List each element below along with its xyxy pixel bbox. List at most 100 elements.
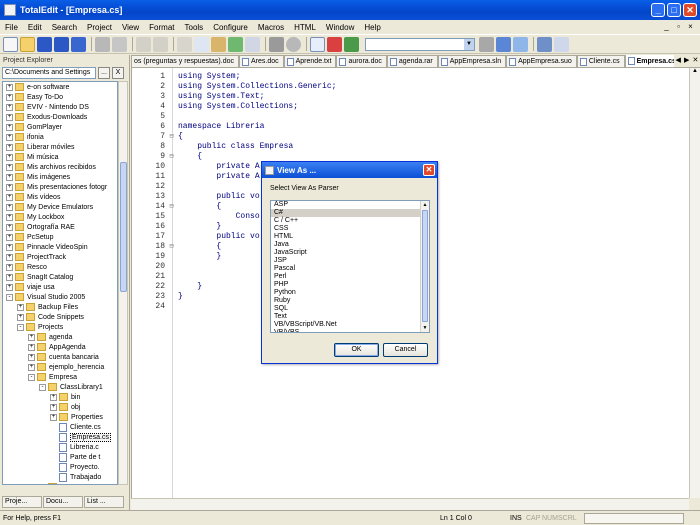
tree-node[interactable]: + Mi música <box>3 152 117 162</box>
menu-format[interactable]: Format <box>144 23 179 32</box>
collapse-icon[interactable]: - <box>39 383 46 391</box>
parser-option[interactable]: VB/VBScript/VB.Net <box>271 321 429 329</box>
paste-icon[interactable] <box>211 36 226 52</box>
expand-icon[interactable]: + <box>17 303 24 311</box>
undo-icon[interactable] <box>136 36 151 52</box>
code-line[interactable]: 7 ⊟{ <box>132 132 690 142</box>
tree-node[interactable]: + ProjectTrack <box>3 252 117 262</box>
listbox-scrollbar[interactable]: ▲ ▼ <box>420 201 429 332</box>
print-preview-icon[interactable] <box>112 36 127 52</box>
document-tab[interactable]: aurora.doc <box>336 55 387 67</box>
fold-icon[interactable]: ⊟ <box>168 132 175 142</box>
mdi-minimize-button[interactable]: _ <box>661 22 672 32</box>
tree-node[interactable]: Libreria.c <box>3 442 117 452</box>
replace-icon[interactable] <box>245 36 260 52</box>
code-line[interactable]: 2 using System.Collections.Generic; <box>132 82 690 92</box>
expand-icon[interactable]: + <box>28 363 35 371</box>
expand-icon[interactable]: + <box>6 163 13 171</box>
menu-html[interactable]: HTML <box>289 23 321 32</box>
tree-node[interactable]: + agenda <box>3 332 117 342</box>
maximize-button[interactable]: □ <box>667 3 681 17</box>
print-icon[interactable] <box>95 36 110 52</box>
expand-icon[interactable]: + <box>6 183 13 191</box>
document-tab[interactable]: Ares.doc <box>239 55 284 67</box>
tab-close-icon[interactable]: ✕ <box>693 55 699 67</box>
expand-icon[interactable]: + <box>6 223 13 231</box>
tree-node[interactable]: - Empresa <box>3 372 117 382</box>
find-icon[interactable] <box>228 36 243 52</box>
scroll-thumb[interactable] <box>120 162 127 292</box>
tree-node[interactable]: + Ortografía RAE <box>3 222 117 232</box>
expand-icon[interactable]: + <box>6 83 13 91</box>
tree-node[interactable]: + PcSetup <box>3 232 117 242</box>
tree-node[interactable]: + Liberar móviles <box>3 142 117 152</box>
tree-node[interactable]: + Code Snippets <box>3 312 117 322</box>
code-line[interactable]: 6 namespace Libreria <box>132 122 690 132</box>
binoculars-icon[interactable] <box>479 36 494 52</box>
cancel-button[interactable]: Cancel <box>383 343 428 357</box>
expand-icon[interactable]: + <box>6 93 13 101</box>
parser-option[interactable]: C / C++ <box>271 217 429 225</box>
parser-option[interactable]: VB/VBS... <box>271 329 429 332</box>
menu-file[interactable]: File <box>0 23 23 32</box>
fold-icon[interactable]: ⊟ <box>168 152 175 162</box>
document-tab[interactable]: AppEmpresa.sln <box>437 55 507 67</box>
tools-icon[interactable] <box>269 36 284 52</box>
parser-option[interactable]: Java <box>271 241 429 249</box>
tree-node[interactable]: Cliente.cs <box>3 422 117 432</box>
parser-option[interactable]: CSS <box>271 225 429 233</box>
code-line[interactable]: 3 using System.Text; <box>132 92 690 102</box>
save-icon[interactable] <box>37 36 52 52</box>
parser-option[interactable]: Perl <box>271 273 429 281</box>
expand-icon[interactable]: + <box>6 213 13 221</box>
tab-right-icon[interactable]: ▶ <box>684 55 689 67</box>
tab-documents[interactable]: Docu... <box>43 496 83 508</box>
tree-node[interactable]: + Mis archivos recibidos <box>3 162 117 172</box>
parser-option[interactable]: ASP <box>271 201 429 209</box>
document-icon[interactable] <box>554 36 569 52</box>
tree-node[interactable]: + Mis imágenes <box>3 172 117 182</box>
chevron-down-icon[interactable]: ▼ <box>464 38 474 50</box>
tree-node[interactable]: + EVIV - Nintendo DS <box>3 102 117 112</box>
parser-option[interactable]: PHP <box>271 281 429 289</box>
expand-icon[interactable]: + <box>6 143 13 151</box>
expand-icon[interactable]: + <box>50 413 57 421</box>
fold-icon[interactable]: ⊟ <box>168 242 175 252</box>
panel-close-button[interactable]: X <box>112 67 124 79</box>
tree-node[interactable]: + Properties <box>3 412 117 422</box>
image-icon[interactable] <box>344 36 359 52</box>
document-tab[interactable]: Aprende.txt <box>283 55 337 67</box>
parser-option[interactable]: JSP <box>271 257 429 265</box>
document-tab[interactable]: agenda.rar <box>386 55 438 67</box>
tree-scrollbar[interactable] <box>118 81 128 485</box>
tree-node[interactable]: + Empresa <box>3 482 117 484</box>
dialog-close-button[interactable]: ✕ <box>423 164 435 176</box>
mdi-restore-button[interactable]: ▫ <box>673 22 684 32</box>
expand-icon[interactable]: + <box>6 203 13 211</box>
expand-icon[interactable]: + <box>28 333 35 341</box>
file-tree[interactable]: + e-on software + Easy To-Do + EVIV - Nintend… <box>2 81 118 485</box>
copy-icon[interactable] <box>194 36 209 52</box>
tab-left-icon[interactable]: ◀ <box>676 55 681 67</box>
monitor-icon[interactable] <box>537 36 552 52</box>
parser-option[interactable]: Ruby <box>271 297 429 305</box>
font-icon[interactable] <box>327 36 342 52</box>
parser-option[interactable]: HTML <box>271 233 429 241</box>
expand-icon[interactable]: + <box>6 103 13 111</box>
tree-node[interactable]: + Backup Files <box>3 302 117 312</box>
parser-option[interactable]: Pascal <box>271 265 429 273</box>
close-button[interactable]: ✕ <box>683 3 697 17</box>
minimize-button[interactable]: _ <box>651 3 665 17</box>
checklist-icon[interactable] <box>310 36 325 52</box>
expand-icon[interactable]: + <box>6 193 13 201</box>
fold-icon[interactable]: ⊟ <box>168 202 175 212</box>
tree-node[interactable]: + ejemplo_herencia <box>3 362 117 372</box>
document-tab[interactable]: os (preguntas y respuestas).doc <box>131 55 239 67</box>
tree-node[interactable]: + Mis vídeos <box>3 192 117 202</box>
path-combo[interactable]: C:\Documents and Settings <box>2 67 96 79</box>
tree-node[interactable]: + Easy To-Do <box>3 92 117 102</box>
tree-node[interactable]: Proyecto. <box>3 462 117 472</box>
open-folder-icon[interactable] <box>20 36 35 52</box>
menu-view[interactable]: View <box>117 23 144 32</box>
tree-node[interactable]: + AppAgenda <box>3 342 117 352</box>
